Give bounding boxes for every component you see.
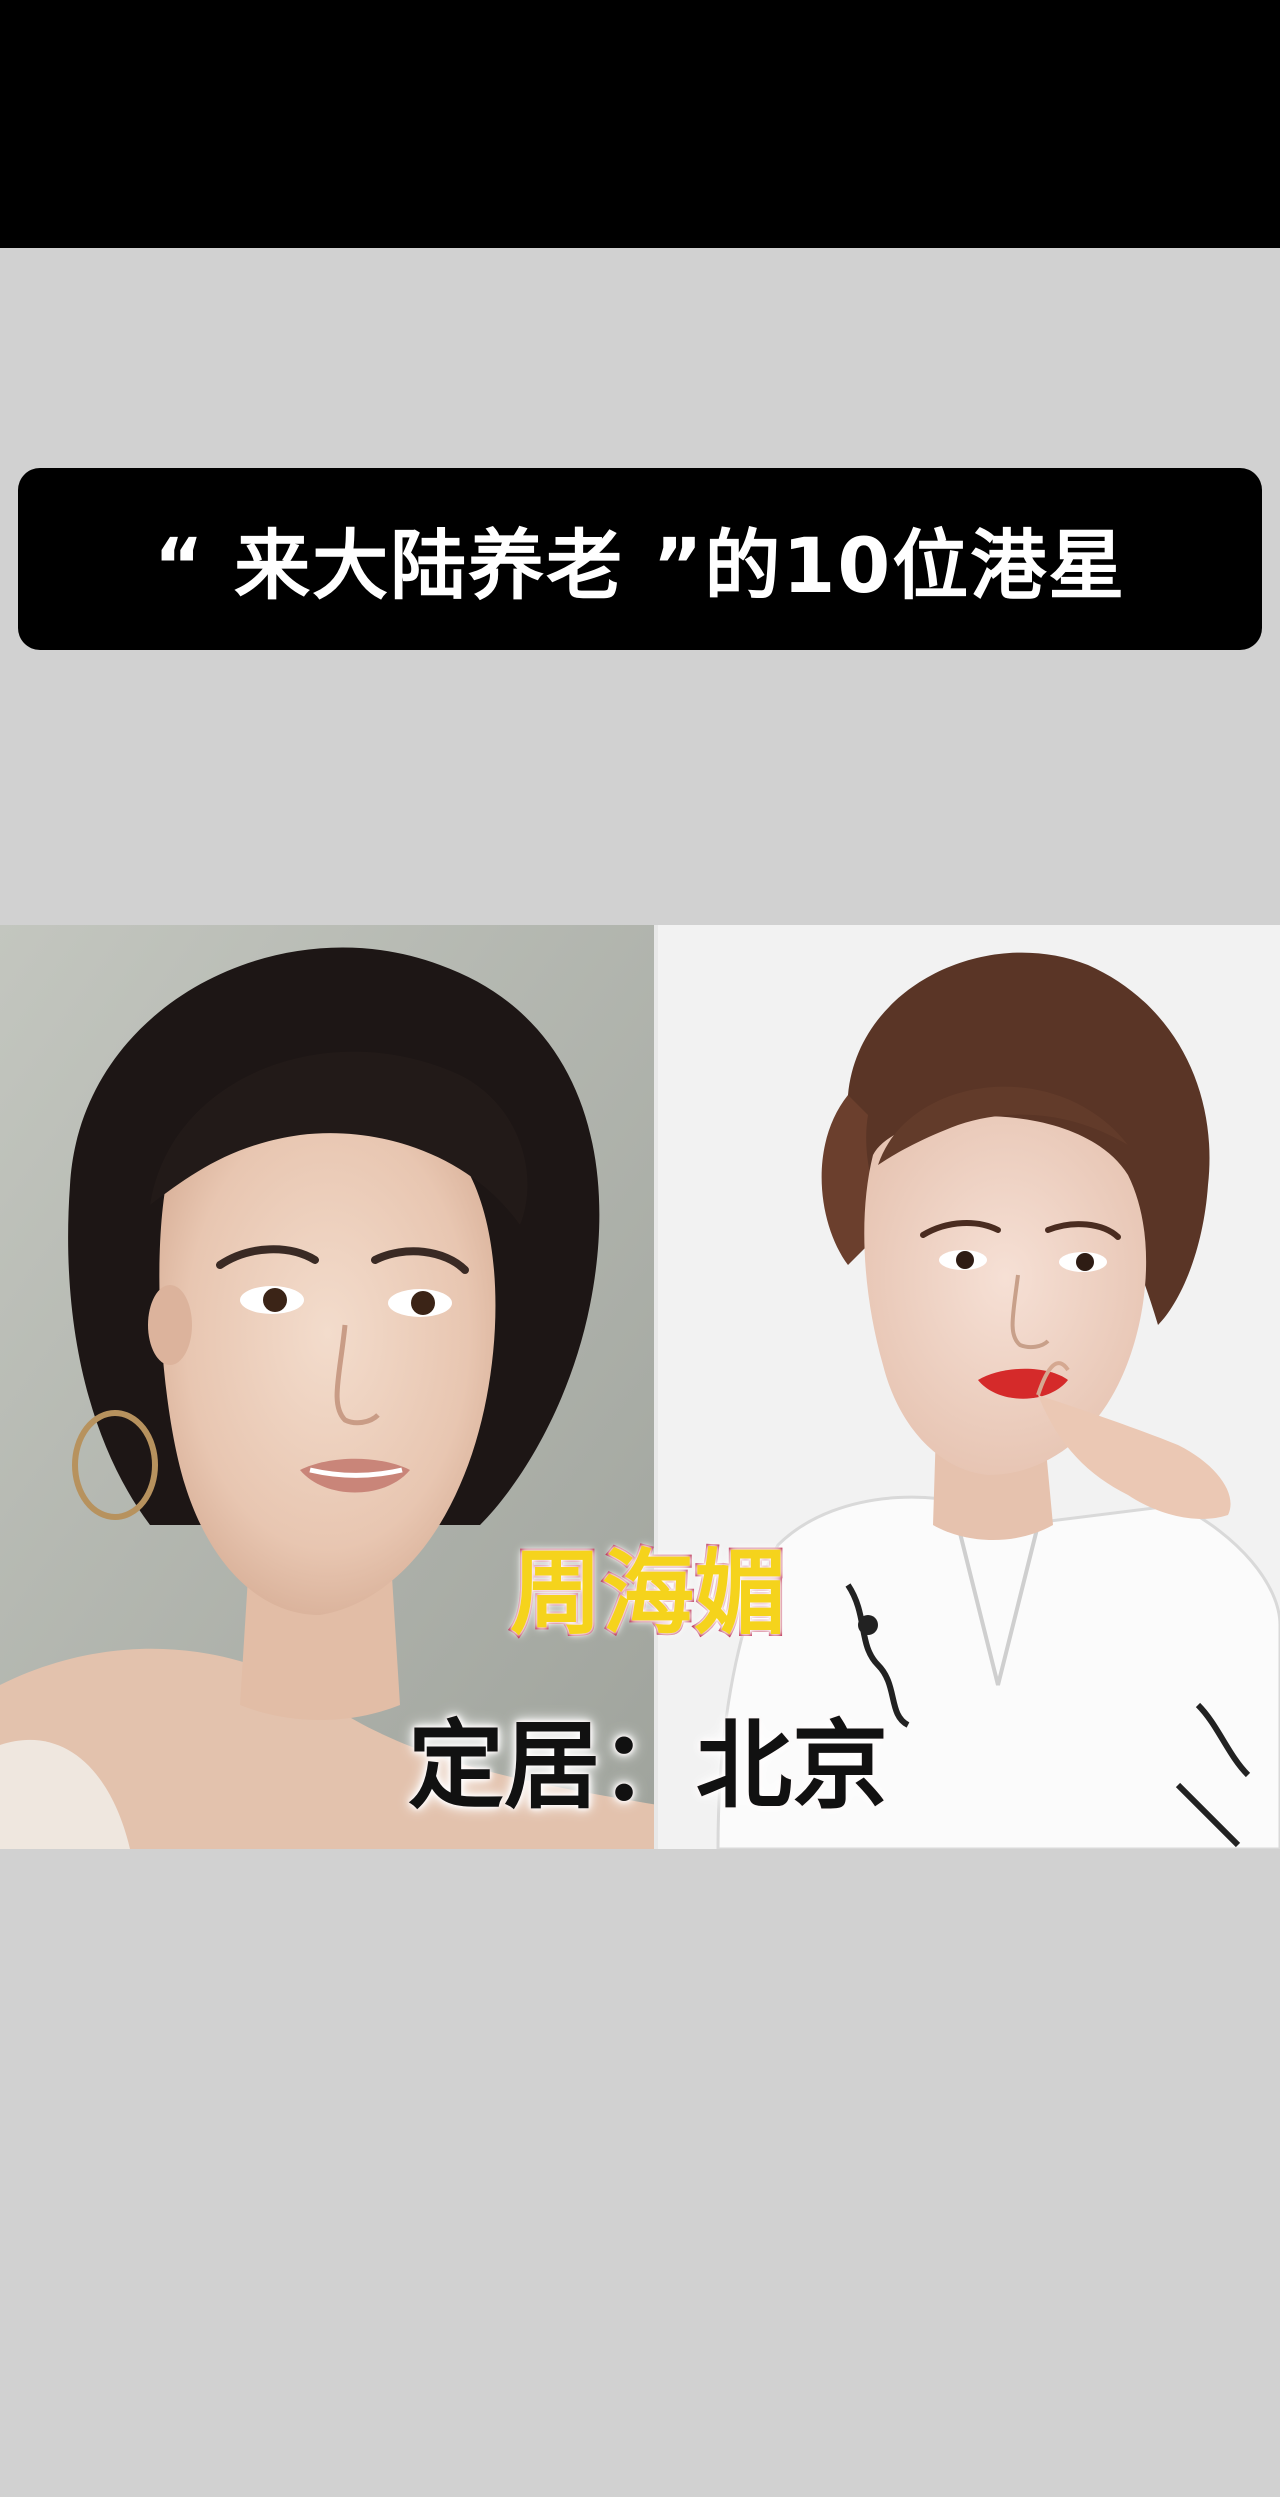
person-name-caption: 周海媚 <box>508 1538 788 1649</box>
location-caption: 定居：北京 <box>408 1709 888 1822</box>
top-black-bar <box>0 0 1280 248</box>
page: “ 来大陆养老 ”的10位港星 周海媚 定居：北京 <box>0 0 1280 2497</box>
title-banner: “ 来大陆养老 ”的10位港星 <box>18 468 1262 650</box>
title-text: “ 来大陆养老 ”的10位港星 <box>153 521 1127 610</box>
